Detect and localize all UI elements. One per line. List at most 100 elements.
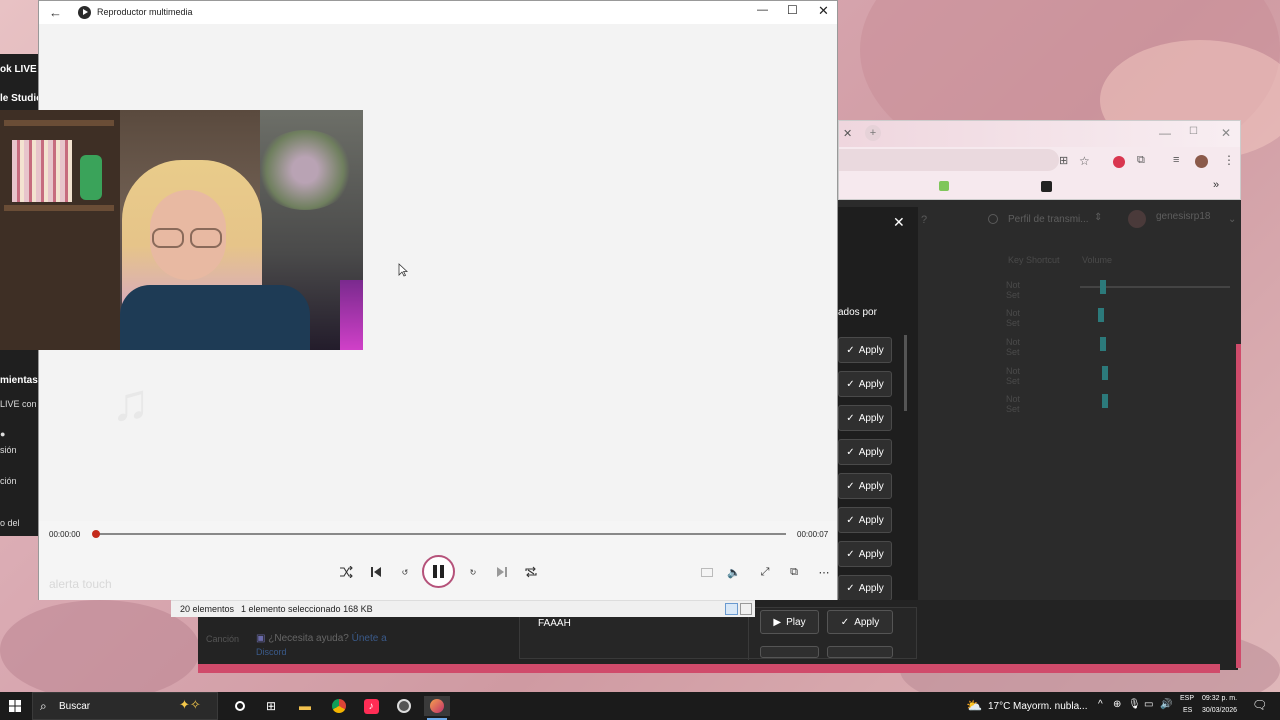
- item-count: 20 elementos: [180, 604, 235, 614]
- cortana-icon[interactable]: [229, 696, 251, 716]
- volume-slider-knob[interactable]: [1098, 308, 1104, 322]
- windows-start-icon[interactable]: [4, 696, 26, 716]
- apply-button[interactable]: ✓ Apply: [838, 337, 892, 363]
- translate-icon[interactable]: ⊞: [1059, 154, 1068, 167]
- kebab-menu-icon[interactable]: ⋮: [1223, 153, 1235, 167]
- volume-icon[interactable]: 🔈: [723, 561, 745, 583]
- pause-icon: [433, 565, 444, 578]
- apply-button[interactable]: ✓ Apply: [838, 541, 892, 567]
- language-bottom[interactable]: ES: [1183, 707, 1192, 714]
- volume-slider-knob[interactable]: [1102, 366, 1108, 380]
- apply-button[interactable]: [827, 646, 893, 658]
- play-label: Play: [786, 616, 806, 628]
- minimize-icon[interactable]: —: [757, 4, 768, 16]
- play-icon: ▶: [773, 616, 782, 628]
- volume-slider-knob[interactable]: [1100, 337, 1106, 351]
- explorer-status-bar: 20 elementos 1 elemento seleccionado 168…: [171, 600, 755, 617]
- more-bookmarks-icon[interactable]: »: [1213, 179, 1219, 191]
- app-text: o del: [0, 518, 20, 528]
- apply-button[interactable]: ✓ Apply: [838, 405, 892, 431]
- star-icon[interactable]: ☆: [1079, 154, 1090, 168]
- details-view-icon[interactable]: [725, 603, 738, 615]
- reading-list-icon[interactable]: ≡: [1173, 154, 1179, 166]
- volume-slider-knob[interactable]: [1102, 394, 1108, 408]
- chevron-down-icon[interactable]: ⌄: [1228, 214, 1236, 225]
- rewind-10-icon[interactable]: ↺: [394, 561, 416, 583]
- obs-icon[interactable]: [393, 696, 415, 716]
- file-explorer-icon[interactable]: ▬: [294, 696, 316, 716]
- language-top[interactable]: ESP: [1180, 695, 1194, 702]
- volume-icon[interactable]: 🔊: [1160, 699, 1172, 710]
- apply-button[interactable]: ✓ Apply: [827, 610, 893, 634]
- check-icon: ✓: [846, 548, 855, 560]
- close-dialog-icon[interactable]: ✕: [893, 214, 905, 231]
- apply-button[interactable]: ✓ Apply: [838, 439, 892, 465]
- shuffle-icon[interactable]: [335, 561, 357, 583]
- tiles-view-icon[interactable]: [740, 603, 752, 615]
- more-options-icon[interactable]: ⋯: [813, 561, 835, 583]
- captions-icon[interactable]: [696, 561, 718, 583]
- minimize-icon[interactable]: —: [1159, 126, 1171, 140]
- glasses: [152, 228, 184, 248]
- discord-link[interactable]: Discord: [256, 647, 287, 657]
- extension-icon[interactable]: [1113, 156, 1125, 168]
- weather-temp[interactable]: 17°C: [988, 701, 1010, 712]
- maximize-icon[interactable]: ☐: [1189, 126, 1198, 137]
- new-tab-icon[interactable]: +: [865, 125, 881, 141]
- microphone-icon[interactable]: 🎙: [1128, 699, 1141, 710]
- scrollbar[interactable]: [904, 335, 907, 411]
- network-icon[interactable]: ▭: [1144, 699, 1153, 710]
- maximize-icon[interactable]: ☐: [787, 3, 798, 17]
- address-bar[interactable]: [839, 149, 1059, 171]
- profile-avatar[interactable]: [1195, 155, 1208, 168]
- pause-button[interactable]: [422, 555, 455, 588]
- app-text: LIVE con: [0, 399, 37, 409]
- check-icon: ✓: [846, 446, 855, 458]
- apply-button[interactable]: ✓ Apply: [838, 507, 892, 533]
- fullscreen-icon[interactable]: ⤢: [754, 561, 776, 583]
- clock-time[interactable]: 09:32 p. m.: [1202, 695, 1237, 702]
- search-placeholder: Buscar: [59, 701, 91, 712]
- media-player-taskbar-icon[interactable]: [424, 696, 450, 716]
- play-button[interactable]: ▶ Play: [760, 610, 819, 634]
- help-link[interactable]: Únete a: [352, 633, 387, 644]
- bookmark-icon[interactable]: [1041, 181, 1052, 192]
- notifications-icon[interactable]: 🗨: [1252, 698, 1267, 712]
- weather-desc[interactable]: Mayorm. nubla...: [1013, 701, 1087, 712]
- weather-icon[interactable]: ⛅: [966, 698, 982, 714]
- close-icon[interactable]: ✕: [818, 3, 829, 19]
- chrome-icon[interactable]: [328, 696, 350, 716]
- clock-date[interactable]: 30/03/2026: [1202, 707, 1237, 714]
- app-text: le Studio: [0, 93, 38, 104]
- repeat-icon[interactable]: [520, 561, 542, 583]
- tiktok-icon[interactable]: ♪: [360, 696, 382, 716]
- discord-icon: ▣: [256, 633, 269, 644]
- task-view-icon[interactable]: ⊞: [260, 696, 282, 716]
- tray-app-icon[interactable]: ⊕: [1113, 699, 1121, 710]
- seek-thumb[interactable]: [92, 530, 100, 538]
- close-icon[interactable]: ✕: [1221, 126, 1231, 140]
- app-text: ●: [0, 429, 6, 439]
- apply-button[interactable]: ✓ Apply: [838, 575, 892, 601]
- profile-select[interactable]: Perfil de transmi...: [1008, 214, 1089, 225]
- close-tab-icon[interactable]: ✕: [843, 127, 852, 140]
- search-box[interactable]: ⌕ Buscar ✦✧: [32, 692, 218, 720]
- avatar[interactable]: [1128, 210, 1146, 228]
- play-button[interactable]: [760, 646, 819, 658]
- help-icon[interactable]: ?: [921, 214, 927, 226]
- apply-button[interactable]: ✓ Apply: [838, 371, 892, 397]
- volume-slider-knob[interactable]: [1100, 280, 1106, 294]
- back-arrow-icon[interactable]: ←: [49, 5, 62, 20]
- next-icon[interactable]: [491, 561, 513, 583]
- miniplayer-icon[interactable]: ⧉: [783, 561, 805, 583]
- apply-button[interactable]: ✓ Apply: [838, 473, 892, 499]
- previous-icon[interactable]: [365, 561, 387, 583]
- video-frame: [0, 110, 363, 350]
- puzzle-icon[interactable]: ⧉: [1137, 154, 1145, 167]
- tray-overflow-icon[interactable]: ^: [1098, 699, 1103, 710]
- chevron-updown-icon[interactable]: ⇕: [1094, 212, 1102, 223]
- seek-bar[interactable]: [99, 533, 786, 535]
- bookmark-icon[interactable]: [939, 181, 949, 191]
- check-icon: ✓: [846, 480, 855, 492]
- forward-30-icon[interactable]: ↻: [462, 561, 484, 583]
